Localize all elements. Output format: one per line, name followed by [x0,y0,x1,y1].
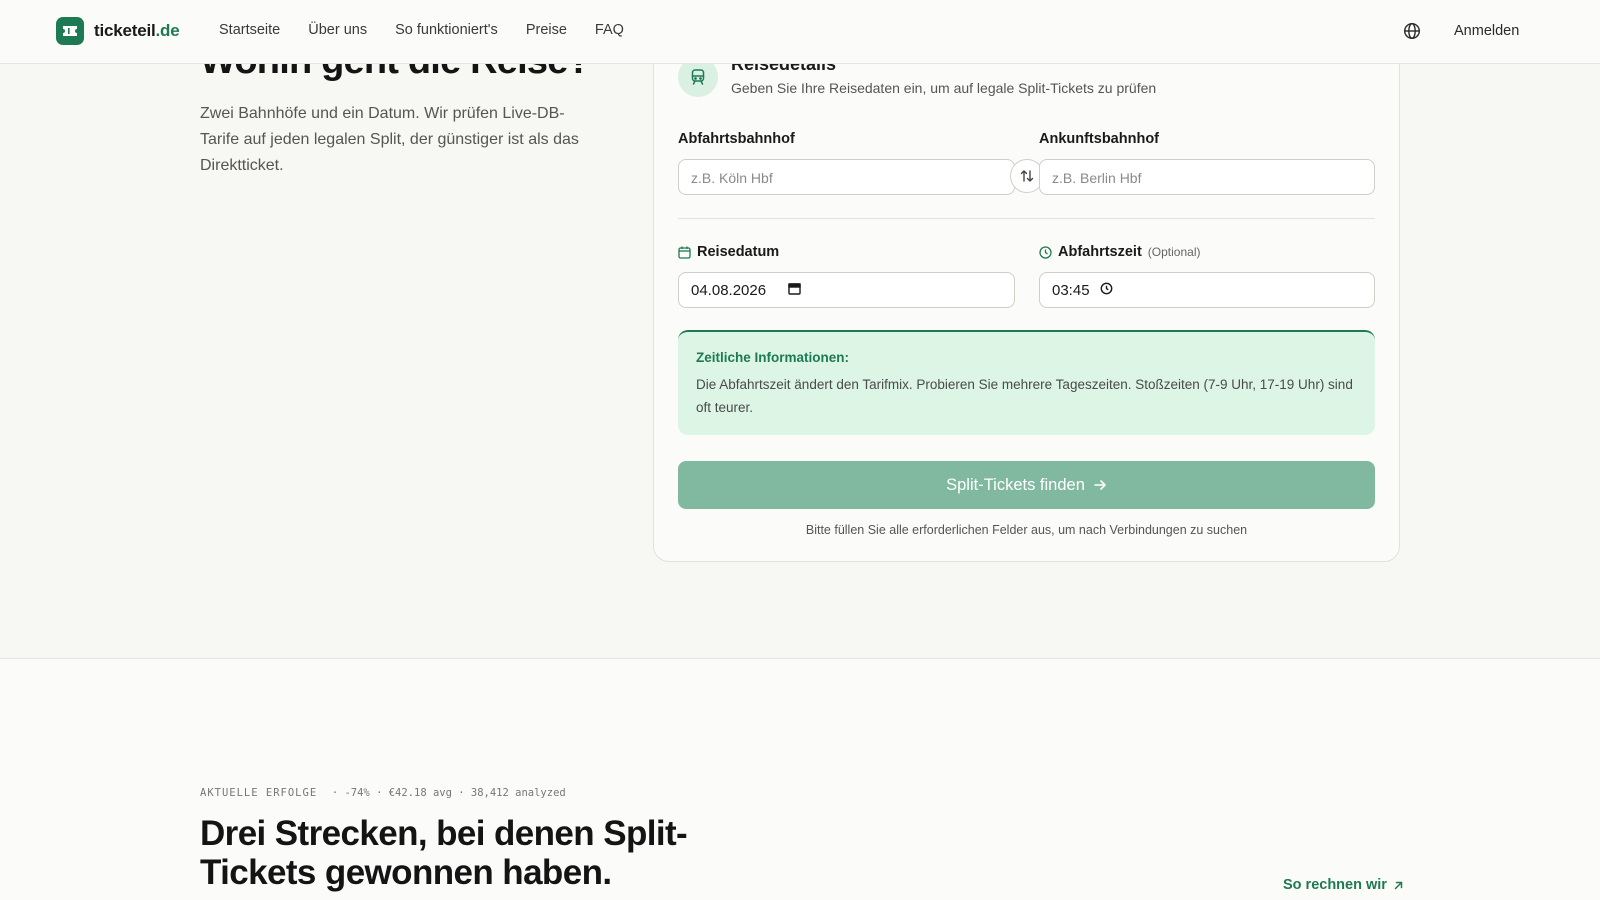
ticket-logo-icon [56,17,84,45]
time-picker-icon[interactable] [1100,282,1113,307]
methodology-link[interactable]: So rechnen wir [1283,877,1404,893]
info-title: Zeitliche Informationen: [696,350,850,365]
section-eyebrow: AKTUELLE ERFOLGE · -74% · €42.18 avg · 3… [200,787,566,799]
info-text: Die Abfahrtszeit ändert den Tarifmix. Pr… [696,377,1353,415]
main-nav: Startseite Über uns So funktioniert's Pr… [219,22,624,38]
recent-successes-section: AKTUELLE ERFOLGE · -74% · €42.18 avg · 3… [0,658,1600,900]
nav-startseite[interactable]: Startseite [219,22,280,38]
nav-ueber-uns[interactable]: Über uns [308,22,367,38]
hero-subtitle: Zwei Bahnhöfe und ein Datum. Wir prüfen … [200,105,579,174]
calendar-picker-icon[interactable] [788,282,801,307]
search-card: Reisedetails Geben Sie Ihre Reisedaten e… [653,20,1400,562]
logo-text: ticketeil.de [94,21,180,40]
calendar-icon [678,246,691,259]
departure-input[interactable]: z.B. Köln Hbf [678,159,1015,195]
arrow-up-right-icon [1394,881,1403,889]
divider [678,218,1375,219]
section-title: Drei Strecken, bei denen Split-Tickets g… [200,814,688,892]
form-hint: Bitte füllen Sie alle erforderlichen Fel… [805,523,1248,537]
time-input[interactable]: 03:45 [1039,272,1375,308]
date-input[interactable]: 04.08.2026 [678,272,1015,308]
arrival-input[interactable]: z.B. Berlin Hbf [1039,159,1375,195]
nav-preise[interactable]: Preise [526,22,567,38]
globe-icon[interactable] [1403,22,1423,42]
time-label: Abfahrtszeit (Optional) [1039,244,1200,260]
clock-icon [1039,245,1052,259]
nav-so-funktionierts[interactable]: So funktioniert's [395,22,498,38]
arrival-label: Ankunftsbahnhof [1039,131,1160,147]
optional-tag: (Optional) [1147,245,1201,259]
time-info-box: Zeitliche Informationen: Die Abfahrtszei… [678,330,1375,435]
login-link[interactable]: Anmelden [1454,23,1519,39]
nav-faq[interactable]: FAQ [595,22,624,38]
top-navigation: ticketeil.de Startseite Über uns So funk… [0,0,1600,64]
swap-arrows-icon [1020,170,1034,182]
departure-label: Abfahrtsbahnhof [678,131,795,147]
card-description: Geben Sie Ihre Reisedaten ein, um auf le… [731,80,1157,96]
logo[interactable]: ticketeil.de [56,17,180,45]
arrow-right-icon [1094,480,1106,490]
find-split-tickets-button[interactable]: Split-Tickets finden [678,461,1375,509]
date-label: Reisedatum [678,244,779,260]
